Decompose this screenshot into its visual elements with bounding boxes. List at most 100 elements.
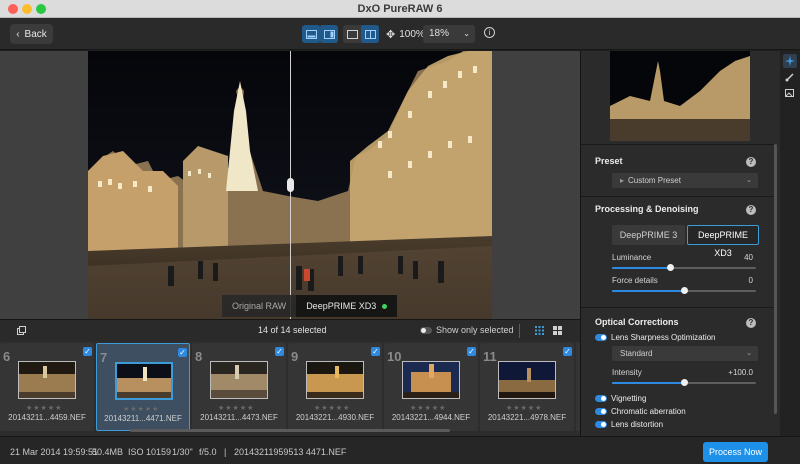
rating-stars[interactable]: ★★★★★ bbox=[26, 404, 62, 412]
lens-distortion-label: Lens distortion bbox=[611, 420, 664, 429]
rating-stars[interactable]: ★★★★★ bbox=[506, 404, 542, 412]
chromatic-aberration-toggle[interactable] bbox=[595, 408, 607, 415]
luminance-value[interactable]: 40 bbox=[721, 253, 753, 262]
shutter-speed: 1/30" bbox=[172, 447, 193, 457]
rating-stars[interactable]: ★★★★★ bbox=[314, 404, 350, 412]
thumbnail[interactable]: 11 ✓ ★★★★★ 20143221...4978.NEF bbox=[480, 343, 574, 431]
navigator-preview[interactable] bbox=[610, 51, 750, 141]
thumb-image bbox=[402, 361, 460, 399]
deepprime-xd3-option[interactable]: DeepPRIME XD3 bbox=[687, 225, 759, 258]
checkbox-icon[interactable]: ✓ bbox=[467, 347, 476, 356]
lens-distortion-toggle[interactable] bbox=[595, 421, 607, 428]
layout-toggle-group bbox=[302, 25, 338, 43]
force-details-slider[interactable] bbox=[612, 287, 756, 294]
thumb-image bbox=[18, 361, 76, 399]
fit-zoom-control[interactable]: ✥ 100% bbox=[386, 25, 425, 43]
grid-large-icon[interactable] bbox=[553, 326, 562, 338]
checkbox-icon[interactable]: ✓ bbox=[83, 347, 92, 356]
help-icon[interactable]: ? bbox=[746, 205, 756, 215]
settings-panel: Preset ? ▸ Custom Preset ⌄ Processing & D… bbox=[580, 51, 780, 436]
current-filename: 20143211959513 4471.NEF bbox=[234, 447, 347, 457]
help-icon[interactable]: ? bbox=[746, 318, 756, 328]
preset-dropdown[interactable]: ▸ Custom Preset ⌄ bbox=[612, 173, 758, 188]
capture-date: 21 Mar 2014 19:59:51 bbox=[10, 447, 99, 457]
processing-section: Processing & Denoising ? DeepPRIME 3 Dee… bbox=[581, 196, 774, 307]
force-details-knob[interactable] bbox=[681, 287, 688, 294]
thumb-filename: 20143221...4978.NEF bbox=[487, 413, 567, 422]
show-only-selected-toggle[interactable] bbox=[420, 327, 432, 334]
filmstrip: 6 ✓ ★★★★★ 20143211...4459.NEF 7 ✓ ★★★★★ … bbox=[0, 341, 580, 436]
split-handle[interactable] bbox=[287, 178, 294, 192]
deepprime-3-option[interactable]: DeepPRIME 3 bbox=[612, 225, 685, 245]
grid-small-icon[interactable] bbox=[535, 326, 544, 338]
checkbox-icon[interactable]: ✓ bbox=[371, 347, 380, 356]
thumbnail[interactable]: 8 ✓ ★★★★★ 20143211...4473.NEF bbox=[192, 343, 286, 431]
sharpness-mode-value: Standard bbox=[620, 349, 653, 358]
rating-stars[interactable]: ★★★★★ bbox=[218, 404, 254, 412]
intensity-knob[interactable] bbox=[681, 379, 688, 386]
split-view-icon[interactable] bbox=[361, 25, 379, 43]
thumbnail[interactable]: 10 ✓ ★★★★★ 20143221...4944.NEF bbox=[384, 343, 478, 431]
luminance-label: Luminance bbox=[612, 253, 652, 262]
thumb-filename: 20143211...4473.NEF bbox=[200, 413, 278, 422]
aperture: f/5.0 bbox=[199, 447, 217, 457]
panel-scrollbar[interactable] bbox=[774, 144, 777, 414]
show-only-selected-label: Show only selected bbox=[436, 325, 514, 335]
thumb-filename: 20143221...4930.NEF bbox=[295, 413, 375, 422]
thumbnail[interactable]: 6 ✓ ★★★★★ 20143211...4459.NEF bbox=[0, 343, 94, 431]
intensity-label: Intensity bbox=[612, 368, 642, 377]
thumb-number: 10 bbox=[387, 349, 402, 364]
thumb-number: 6 bbox=[3, 349, 11, 364]
sparkle-icon[interactable] bbox=[783, 54, 797, 68]
zoom-dropdown[interactable]: 18% ⌄ bbox=[423, 25, 475, 43]
intensity-fill bbox=[612, 382, 684, 384]
image-edit-icon[interactable] bbox=[783, 86, 797, 100]
intensity-value[interactable]: +100.0 bbox=[711, 368, 753, 377]
lens-sharpness-toggle[interactable] bbox=[595, 334, 607, 341]
info-icon[interactable]: i bbox=[484, 27, 495, 38]
thumb-filename: 20143221...4944.NEF bbox=[391, 413, 471, 422]
luminance-slider[interactable] bbox=[612, 264, 756, 271]
filmstrip-scrollbar[interactable] bbox=[130, 429, 450, 432]
process-now-button[interactable]: Process Now bbox=[703, 442, 768, 462]
filmstrip-header: 14 of 14 selected Show only selected bbox=[0, 319, 580, 341]
force-details-value[interactable]: 0 bbox=[721, 276, 753, 285]
chevron-down-icon: ⌄ bbox=[746, 177, 752, 184]
checkbox-icon[interactable]: ✓ bbox=[178, 348, 187, 357]
help-icon[interactable]: ? bbox=[746, 157, 756, 167]
file-size: 50.4MB bbox=[92, 447, 124, 457]
vignetting-toggle[interactable] bbox=[595, 395, 607, 402]
thumbnail-selected[interactable]: 7 ✓ ★★★★★ 20143211...4471.NEF bbox=[96, 343, 190, 431]
copy-icon[interactable] bbox=[17, 326, 26, 335]
chevron-down-icon: ⌄ bbox=[463, 29, 470, 38]
force-details-fill bbox=[612, 290, 684, 292]
thumb-number: 11 bbox=[483, 349, 497, 364]
thumb-number: 8 bbox=[195, 349, 203, 364]
divider bbox=[519, 324, 520, 338]
sidepanel-layout-icon[interactable] bbox=[320, 25, 338, 43]
thumb-image bbox=[498, 361, 556, 399]
filmstrip-layout-icon[interactable] bbox=[302, 25, 320, 43]
intensity-slider[interactable] bbox=[612, 379, 756, 386]
processed-label: DeepPRIME XD3 bbox=[296, 295, 398, 317]
iso-value: ISO 10159 bbox=[128, 447, 172, 457]
sharpness-mode-dropdown[interactable]: Standard ⌄ bbox=[612, 346, 758, 361]
checkbox-icon[interactable]: ✓ bbox=[563, 347, 572, 356]
thumb-image bbox=[306, 361, 364, 399]
brush-icon[interactable] bbox=[783, 70, 797, 84]
rating-stars[interactable]: ★★★★★ bbox=[410, 404, 446, 412]
main-photo[interactable] bbox=[88, 51, 492, 319]
thumb-image bbox=[115, 362, 173, 400]
checkbox-icon[interactable]: ✓ bbox=[275, 347, 284, 356]
vignetting-label: Vignetting bbox=[611, 394, 647, 403]
back-button[interactable]: ‹ Back bbox=[10, 24, 53, 44]
processed-label-text: DeepPRIME XD3 bbox=[306, 301, 377, 311]
rating-stars[interactable]: ★★★★★ bbox=[123, 405, 159, 413]
zoom-value: 18% bbox=[429, 28, 450, 39]
tool-strip bbox=[780, 51, 800, 436]
compare-labels: Original RAW DeepPRIME XD3 bbox=[222, 295, 398, 317]
chromatic-aberration-label: Chromatic aberration bbox=[611, 407, 686, 416]
thumbnail[interactable]: 9 ✓ ★★★★★ 20143221...4930.NEF bbox=[288, 343, 382, 431]
luminance-knob[interactable] bbox=[666, 264, 674, 271]
single-view-icon[interactable] bbox=[343, 25, 361, 43]
